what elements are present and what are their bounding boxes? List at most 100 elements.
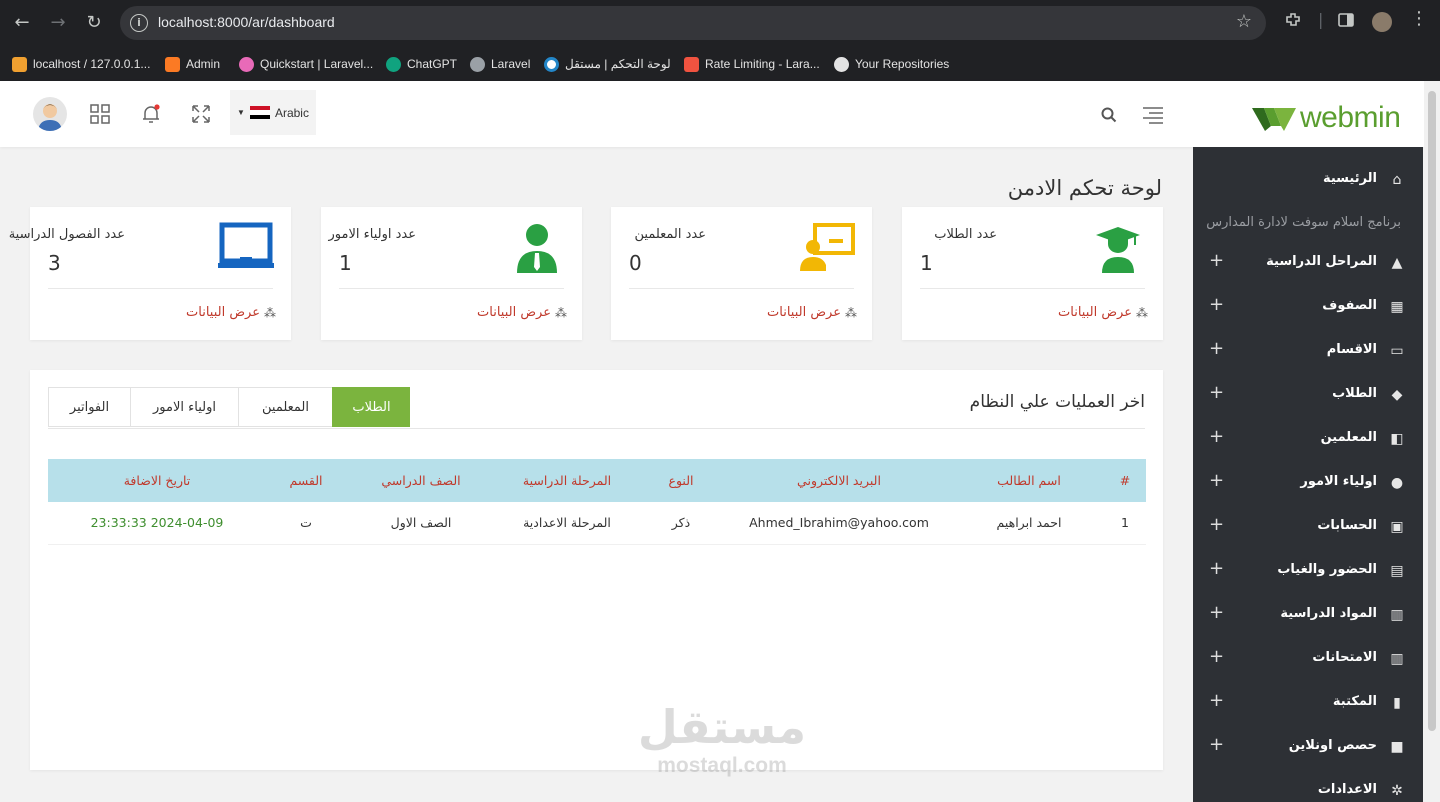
sidebar-item-students[interactable]: ◆ الطلاب + [1193,374,1423,418]
card-value: 1 [339,251,352,275]
sidebar-item-library[interactable]: ▮ المكتبة + [1193,682,1423,726]
webmin-logo[interactable]: webmin [1252,101,1401,135]
expand-plus-icon[interactable]: + [1209,295,1224,315]
forward-arrow-icon[interactable]: → [46,11,70,35]
card-title: عدد الطلاب [934,227,997,242]
sidebar-item-stages[interactable]: ▲ المراحل الدراسية + [1193,242,1423,286]
video-icon: ■ [1390,739,1404,755]
bookmark-item[interactable]: ChatGPT [386,55,457,73]
tab-invoices[interactable]: الفواتير [48,387,130,427]
sidebar-item-label: الاقسام [1326,342,1377,357]
table-cell: 2024-04-09 23:33:33 [48,502,266,545]
sidebar-item-label: الحضور والغياب [1277,562,1377,577]
laptop-icon: ▭ [1390,343,1404,359]
bookmark-item[interactable]: Laravel [470,55,530,73]
notification-bell-icon[interactable] [140,103,162,125]
binoculars-icon: ⁂ [1135,305,1148,320]
tab-parents[interactable]: اولياء الامور [130,387,238,427]
calendar-icon: ▤ [1390,563,1404,579]
sidebar-item-online-classes[interactable]: ■ حصص اونلاين + [1193,726,1423,770]
recent-operations-panel: اخر العمليات علي النظام الفواتير اولياء … [30,370,1163,770]
user-avatar[interactable] [33,97,67,131]
scrollbar-thumb[interactable] [1428,91,1436,731]
menu-toggle-icon[interactable] [1141,104,1165,126]
book-icon: ▮ [1393,695,1401,711]
language-selector[interactable]: ▼ Arabic [230,90,316,135]
expand-plus-icon[interactable]: + [1209,603,1224,623]
side-panel-icon[interactable] [1337,11,1355,33]
sidebar-item-label: الحسابات [1317,518,1377,533]
expand-plus-icon[interactable]: + [1209,691,1224,711]
bookmark-label: Laravel [491,57,531,71]
bookmark-item[interactable]: Admin [165,55,220,73]
sidebar-item-accounts[interactable]: ▣ الحسابات + [1193,506,1423,550]
profile-avatar[interactable] [1372,12,1392,32]
search-icon[interactable] [1100,106,1122,128]
caret-down-icon: ▼ [237,108,245,117]
book-open-icon: ▥ [1390,607,1404,623]
expand-plus-icon[interactable]: + [1209,427,1224,447]
view-data-link[interactable]: عرض البيانات ⁂ [1058,305,1148,320]
site-info-icon[interactable]: i [130,14,148,32]
expand-plus-icon[interactable]: + [1209,515,1224,535]
column-header: الصف الدراسي [346,459,496,502]
expand-plus-icon[interactable]: + [1209,559,1224,579]
tab-students[interactable]: الطلاب [332,387,410,427]
view-data-link[interactable]: عرض البيانات ⁂ [186,305,276,320]
bookmark-item[interactable]: Your Repositories [834,55,949,73]
expand-plus-icon[interactable]: + [1209,339,1224,359]
book-open-icon: ▥ [1390,651,1404,667]
tab-teachers[interactable]: المعلمين [238,387,332,427]
expand-plus-icon[interactable]: + [1209,383,1224,403]
sidebar: ⌂ الرئيسية برنامج اسلام سوفت لادارة المد… [1193,147,1423,802]
sidebar-item-exams[interactable]: ▥ الامتحانات + [1193,638,1423,682]
fullscreen-icon[interactable] [190,103,212,125]
link-label: عرض البيانات [186,305,260,320]
chatgpt-icon [386,56,401,72]
cogs-icon: ✲ [1391,783,1403,799]
sidebar-item-attendance[interactable]: ▤ الحضور والغياب + [1193,550,1423,594]
apps-grid-icon[interactable] [89,103,111,125]
sidebar-item-home[interactable]: ⌂ الرئيسية [1193,159,1423,203]
column-header: القسم [266,459,346,502]
bookmark-item[interactable]: لوحة التحكم | مستقل [544,55,671,73]
bookmark-star-icon[interactable]: ☆ [1236,11,1252,32]
sidebar-item-subjects[interactable]: ▥ المواد الدراسية + [1193,594,1423,638]
view-data-link[interactable]: عرض البيانات ⁂ [477,305,567,320]
card-divider [920,288,1145,289]
mostaql-watermark: مستقل mostaql.com [632,700,812,790]
card-value: 0 [629,251,642,275]
bookmark-label: localhost / 127.0.0.1... [33,57,151,71]
bookmark-item[interactable]: Quickstart | Laravel... [239,55,373,73]
expand-plus-icon[interactable]: + [1209,471,1224,491]
page-scrollbar[interactable] [1424,81,1440,802]
bookmark-item[interactable]: localhost / 127.0.0.1... [12,55,150,73]
app-header: ▼ Arabic webmin [0,81,1424,147]
expand-plus-icon[interactable]: + [1209,251,1224,271]
extensions-icon[interactable] [1284,11,1302,33]
address-bar[interactable]: i localhost:8000/ar/dashboard ☆ [120,6,1266,40]
card-divider [48,288,273,289]
sidebar-item-sections[interactable]: ▭ الاقسام + [1193,330,1423,374]
expand-plus-icon[interactable]: + [1209,735,1224,755]
table-header-row: # اسم الطالب البريد الالكتروني النوع الم… [48,459,1146,502]
sidebar-item-teachers[interactable]: ◧ المعلمين + [1193,418,1423,462]
more-menu-icon[interactable]: ⋮ [1410,8,1428,29]
table-row: 1 احمد ابراهيم Ahmed_Ibrahim@yahoo.com ذ… [48,502,1146,545]
watermark-arabic: مستقل [637,700,807,754]
view-data-link[interactable]: عرض البيانات ⁂ [767,305,857,320]
sidebar-item-parents[interactable]: ● اولياء الامور + [1193,462,1423,506]
operations-tabs: الفواتير اولياء الامور المعلمين الطلاب [48,387,410,427]
reload-icon[interactable]: ↻ [82,11,106,35]
expand-plus-icon[interactable]: + [1209,647,1224,667]
user-icon: ● [1390,475,1404,491]
sidebar-item-grades[interactable]: ▦ الصفوف + [1193,286,1423,330]
home-icon: ⌂ [1392,172,1402,188]
sidebar-item-settings[interactable]: ✲ الاعدادات [1193,770,1423,802]
address-url[interactable]: localhost:8000/ar/dashboard [158,14,335,30]
watermark-latin: mostaql.com [657,754,787,777]
bookmark-item[interactable]: Rate Limiting - Lara... [684,55,820,73]
back-arrow-icon[interactable]: ← [10,11,34,35]
column-header: # [1104,459,1146,502]
stat-card-teachers: عدد المعلمين 0 عرض البيانات ⁂ [611,207,872,340]
